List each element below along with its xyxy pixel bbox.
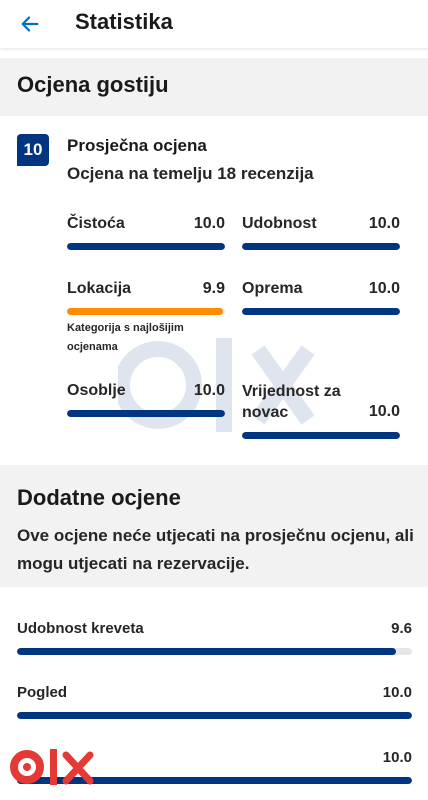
rating-category-location: Lokacija 9.9 Kategorija s najlošijim ocj… [67,279,225,359]
average-rating-subtitle: Ocjena na temelju 18 recenzija [67,164,314,183]
category-label: Čistoća [67,215,125,232]
rating-value: 10.0 [382,684,412,701]
category-bar-fill [242,308,400,315]
rating-bar [17,712,412,719]
page-title: Statistika [75,9,173,34]
category-bar-fill [67,308,224,315]
lowest-category-note: Kategorija s najlošijim ocjenama [67,322,184,353]
additional-rating-bed-comfort: Udobnost kreveta 9.6 [17,620,412,656]
rating-bar-fill [17,712,412,719]
category-value: 10.0 [193,382,225,399]
category-bar-fill [242,432,400,439]
category-label: Osoblje [67,382,126,399]
category-bar [67,243,225,250]
rating-category-comfort: Udobnost 10.0 [242,214,400,254]
category-bar-fill [242,243,400,250]
back-button[interactable] [12,6,48,42]
rating-category-value-for-money: Vrijednost za novac 10.0 [242,381,400,443]
category-value: 10.0 [368,403,400,420]
rating-category-staff: Osoblje 10.0 [67,381,225,421]
rating-label: Pogled [17,684,68,701]
additional-ratings-description: Ove ocjene neće utjecati na prosječnu oc… [17,526,414,573]
rating-label: Udobnost kreveta [17,620,144,637]
rating-value: 10.0 [382,749,412,766]
top-app-bar: Statistika [0,0,428,48]
score-badge: 10 [17,134,49,166]
category-label: Oprema [242,280,303,297]
category-bar-fill [67,243,225,250]
guest-rating-section-header: Ocjena gostiju [0,58,428,116]
arrow-left-icon [21,16,39,32]
additional-ratings-heading: Dodatne ocjene [17,485,181,510]
rating-bar [17,648,412,655]
rating-category-cleanliness: Čistoća 10.0 [67,214,225,254]
category-bar [67,308,225,315]
category-bar [242,243,400,250]
rating-category-facilities: Oprema 10.0 [242,279,400,319]
category-bar-fill [67,410,225,417]
rating-bar-fill [17,648,397,655]
category-label: Vrijednost za novac [242,383,341,421]
rating-value: 9.6 [391,620,412,637]
category-value: 10.0 [193,215,225,232]
category-value: 10.0 [368,215,400,232]
category-value: 9.9 [202,280,225,297]
guest-rating-heading: Ocjena gostiju [17,72,169,97]
category-label: Udobnost [242,215,317,232]
category-value: 10.0 [368,280,400,297]
category-bar [67,410,225,417]
additional-rating-view: Pogled 10.0 [17,684,412,720]
olx-logo [10,749,94,785]
category-bar [242,308,400,315]
average-rating-title: Prosječna ocjena [67,136,207,155]
category-bar [242,432,400,439]
category-label: Lokacija [67,280,132,297]
